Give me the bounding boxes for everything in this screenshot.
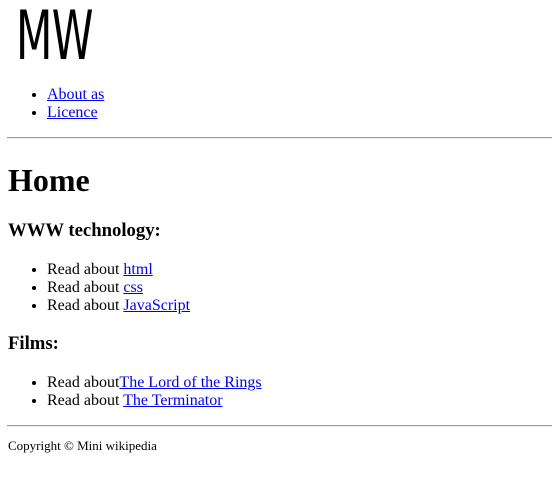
list-item: Read about css bbox=[47, 279, 190, 297]
www-list: Read about html Read about css Read abou… bbox=[0, 261, 190, 315]
list-item: Read about html bbox=[47, 261, 190, 279]
list-item-prefix: Read about bbox=[47, 374, 120, 391]
link-css[interactable]: css bbox=[123, 279, 143, 296]
nav-link-about[interactable]: About as bbox=[47, 86, 104, 103]
footer-divider bbox=[7, 425, 552, 427]
nav-item-licence: Licence bbox=[47, 104, 104, 122]
nav-link-licence[interactable]: Licence bbox=[47, 104, 98, 121]
header-divider bbox=[7, 137, 552, 139]
link-javascript[interactable]: JavaScript bbox=[123, 297, 190, 314]
link-html[interactable]: html bbox=[123, 261, 152, 278]
list-item-prefix: Read about bbox=[47, 297, 124, 314]
link-terminator[interactable]: The Terminator bbox=[123, 392, 222, 409]
list-item-prefix: Read about bbox=[47, 279, 124, 296]
films-list: Read aboutThe Lord of the Rings Read abo… bbox=[0, 374, 262, 410]
copyright-text: Copyright © Mini wikipedia bbox=[8, 438, 157, 453]
main-nav: About as Licence bbox=[0, 86, 104, 122]
site-logo: MW bbox=[16, 0, 93, 76]
nav-item-about: About as bbox=[47, 86, 104, 104]
link-lord-of-the-rings[interactable]: The Lord of the Rings bbox=[119, 374, 261, 391]
section-heading-films: Films: bbox=[8, 333, 59, 354]
list-item: Read aboutThe Lord of the Rings bbox=[47, 374, 262, 392]
list-item: Read about JavaScript bbox=[47, 297, 190, 315]
list-item: Read about The Terminator bbox=[47, 392, 262, 410]
page-title: Home bbox=[8, 162, 90, 198]
section-heading-www: WWW technology: bbox=[8, 220, 161, 241]
list-item-prefix: Read about bbox=[47, 261, 124, 278]
list-item-prefix: Read about bbox=[47, 392, 124, 409]
